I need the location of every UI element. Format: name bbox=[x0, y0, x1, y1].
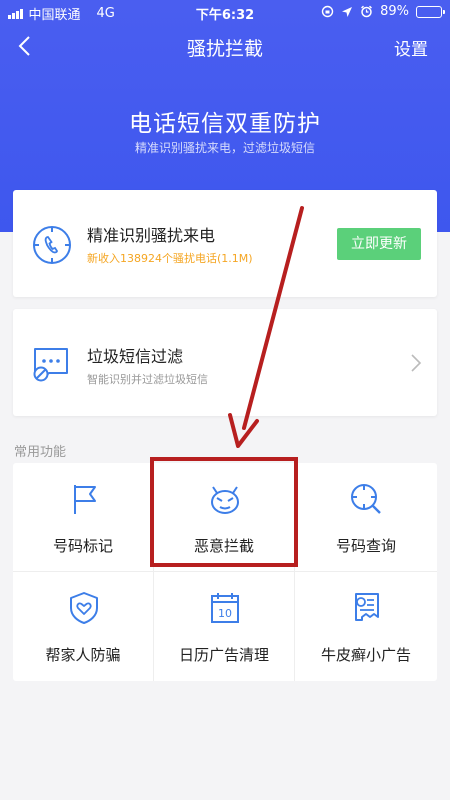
flyer-ad-icon bbox=[355, 593, 379, 621]
hero-subtitle: 精准识别骚扰来电，过滤垃圾短信 bbox=[134, 141, 315, 155]
heart-shield-icon bbox=[70, 592, 98, 624]
feature-label: 号码查询 bbox=[335, 537, 396, 555]
feature-calendar-ad-clean[interactable]: 10 日历广告清理 bbox=[154, 572, 295, 681]
location-icon bbox=[342, 6, 353, 17]
section-label-common: 常用功能 bbox=[14, 445, 67, 460]
chevron-right-icon bbox=[411, 354, 422, 372]
call-card-title: 精准识别骚扰来电 bbox=[87, 226, 216, 245]
sms-filter-card[interactable]: 垃圾短信过滤 智能识别并过滤垃圾短信 bbox=[13, 309, 437, 416]
page-title: 骚扰拦截 bbox=[186, 38, 263, 60]
update-now-button[interactable]: 立即更新 bbox=[337, 228, 421, 260]
feature-label: 日历广告清理 bbox=[178, 646, 269, 664]
feature-number-lookup[interactable]: 号码查询 bbox=[295, 463, 437, 572]
battery-icon bbox=[416, 5, 445, 18]
sms-block-icon bbox=[33, 348, 68, 382]
call-identify-card[interactable]: 精准识别骚扰来电 新收入138924个骚扰电话(1.1M) 立即更新 bbox=[13, 190, 437, 297]
feature-family-fraud[interactable]: 帮家人防骗 bbox=[13, 572, 154, 681]
feature-label: 帮家人防骗 bbox=[45, 646, 121, 664]
phone-shield-icon bbox=[33, 226, 71, 264]
feature-label: 牛皮癣小广告 bbox=[320, 646, 411, 664]
flag-icon bbox=[74, 485, 96, 514]
battery-percent: 89% bbox=[380, 4, 409, 19]
alarm-icon bbox=[361, 5, 373, 18]
magnifier-crosshair-icon bbox=[351, 484, 381, 514]
status-bar: 中国联通 4G 下午6:32 89% bbox=[0, 0, 450, 24]
status-right: 89% bbox=[321, 4, 445, 19]
feature-label: 号码标记 bbox=[52, 537, 113, 555]
nav-bar: 骚扰拦截 设置 bbox=[0, 24, 450, 68]
feature-flyer-ad[interactable]: 牛皮癣小广告 bbox=[295, 572, 437, 681]
svg-text:10: 10 bbox=[218, 607, 232, 620]
feature-number-mark[interactable]: 号码标记 bbox=[13, 463, 154, 572]
calendar-icon: 10 bbox=[211, 593, 239, 623]
rotation-lock-icon bbox=[321, 5, 334, 18]
call-card-subtitle: 新收入138924个骚扰电话(1.1M) bbox=[87, 252, 253, 265]
sms-card-title: 垃圾短信过滤 bbox=[87, 347, 184, 366]
annotation-highlight-box bbox=[150, 457, 298, 567]
hero-title: 电话短信双重防护 bbox=[129, 111, 321, 137]
sms-card-subtitle: 智能识别并过滤垃圾短信 bbox=[87, 373, 208, 386]
settings-button[interactable]: 设置 bbox=[394, 35, 428, 60]
